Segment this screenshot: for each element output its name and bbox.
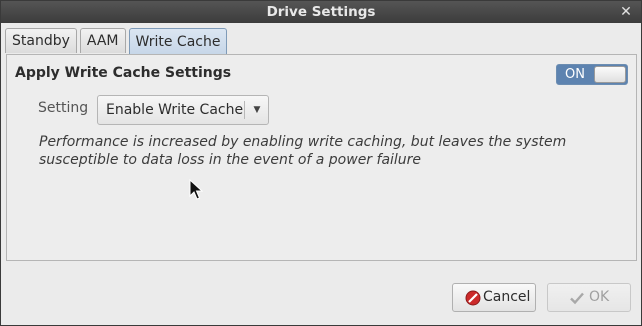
window-title: Drive Settings: [266, 4, 376, 20]
cancel-icon: [465, 290, 481, 306]
mouse-pointer-icon: [189, 179, 203, 200]
setting-label: Setting: [38, 100, 89, 116]
setting-description: Performance is increased by enabling wri…: [39, 134, 567, 168]
toggle-knob[interactable]: [594, 66, 626, 83]
ok-button-label: OK: [589, 289, 610, 305]
drive-settings-dialog: Drive Settings ✕ Standby AAM Write Cache…: [0, 0, 642, 326]
section-title: Apply Write Cache Settings: [15, 65, 232, 81]
dropdown-selected-value: Enable Write Cache: [106, 102, 244, 118]
tab-aam[interactable]: AAM: [79, 28, 126, 53]
close-icon[interactable]: ✕: [619, 1, 633, 23]
ok-button[interactable]: OK: [547, 283, 631, 312]
tab-bar: Standby AAM Write Cache: [5, 28, 230, 55]
write-cache-dropdown[interactable]: Enable Write Cache ▼: [97, 95, 269, 125]
title-bar[interactable]: Drive Settings ✕: [1, 1, 641, 23]
tab-write-cache[interactable]: Write Cache: [128, 28, 228, 55]
dropdown-arrow-icon[interactable]: ▼: [247, 96, 267, 124]
toggle-state-label: ON: [565, 67, 585, 82]
cancel-button-label: Cancel: [483, 289, 531, 305]
apply-settings-toggle[interactable]: ON: [556, 64, 628, 85]
cancel-button[interactable]: Cancel: [452, 283, 536, 312]
dropdown-separator: [244, 101, 245, 119]
tab-standby[interactable]: Standby: [5, 28, 77, 53]
checkmark-icon: [570, 292, 584, 305]
write-cache-panel: Apply Write Cache Settings ON Setting En…: [6, 54, 637, 261]
